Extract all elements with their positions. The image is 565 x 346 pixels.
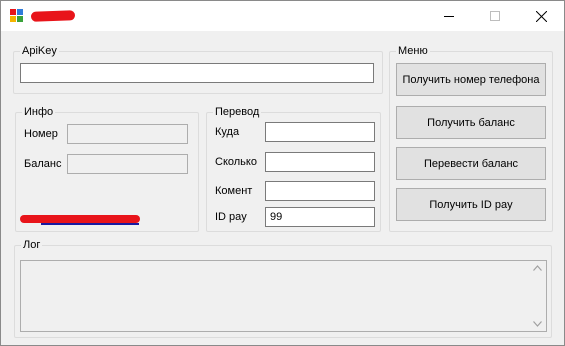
minimize-icon xyxy=(444,16,454,17)
to-label: Куда xyxy=(215,126,240,138)
info-group-title: Инфо xyxy=(22,105,56,119)
amount-field[interactable] xyxy=(265,152,375,172)
app-window: ApiKey Инфо Номер Баланс Перевод Куда Ск… xyxy=(0,0,565,346)
comment-label: Комент xyxy=(215,185,253,197)
redacted-title xyxy=(30,10,76,22)
number-label: Номер xyxy=(24,128,58,140)
link-underline xyxy=(41,223,139,225)
log-scrollbar[interactable] xyxy=(529,261,546,331)
transfer-group-title: Перевод xyxy=(213,105,262,119)
menu-group-title: Меню xyxy=(396,44,430,58)
to-field[interactable] xyxy=(265,122,375,142)
log-textarea[interactable] xyxy=(20,260,547,332)
get-phone-number-button[interactable]: Получить номер телефона xyxy=(396,63,546,96)
comment-field[interactable] xyxy=(265,181,375,201)
log-group-title: Лог xyxy=(21,238,43,252)
apikey-group-title: ApiKey xyxy=(20,44,59,58)
maximize-button[interactable] xyxy=(472,1,518,31)
transfer-balance-button[interactable]: Перевести баланс xyxy=(396,147,546,180)
maximize-icon xyxy=(490,11,500,21)
idpay-field[interactable] xyxy=(265,207,375,227)
client-area: ApiKey Инфо Номер Баланс Перевод Куда Ск… xyxy=(1,31,564,345)
redacted-link[interactable] xyxy=(20,215,140,223)
amount-label: Сколько xyxy=(215,156,257,168)
balance-label: Баланс xyxy=(24,158,62,170)
apikey-input[interactable] xyxy=(20,63,374,83)
idpay-label: ID pay xyxy=(215,211,247,223)
scroll-down-icon[interactable] xyxy=(533,321,542,327)
get-idpay-button[interactable]: Получить ID pay xyxy=(396,188,546,221)
app-icon xyxy=(10,9,24,23)
close-button[interactable] xyxy=(518,1,564,31)
get-balance-button[interactable]: Получить баланс xyxy=(396,106,546,139)
close-icon xyxy=(535,10,547,22)
balance-field[interactable] xyxy=(67,154,188,174)
title-bar[interactable] xyxy=(1,1,564,31)
number-field[interactable] xyxy=(67,124,188,144)
scroll-up-icon[interactable] xyxy=(533,265,542,271)
minimize-button[interactable] xyxy=(426,1,472,31)
